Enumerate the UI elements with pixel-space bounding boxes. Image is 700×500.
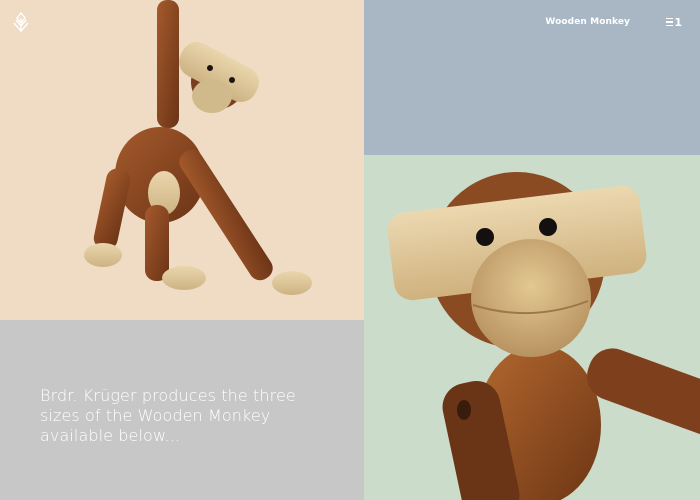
closeup-image-panel [364, 155, 700, 500]
header-panel [364, 0, 700, 155]
page-title: Wooden Monkey [545, 17, 630, 27]
hanging-monkey-image [0, 0, 364, 320]
hero-image-panel-hanging-monkey [0, 0, 364, 320]
menu-count: 1 [674, 15, 682, 29]
diamond-leaf-logo-icon[interactable] [12, 11, 30, 33]
hamburger-menu-icon [666, 17, 674, 27]
intro-text: Brdr. Krüger produces the three sizes of… [40, 386, 296, 445]
hamburger-menu-button[interactable]: 1 [666, 14, 682, 30]
monkey-closeup-image [364, 155, 700, 500]
